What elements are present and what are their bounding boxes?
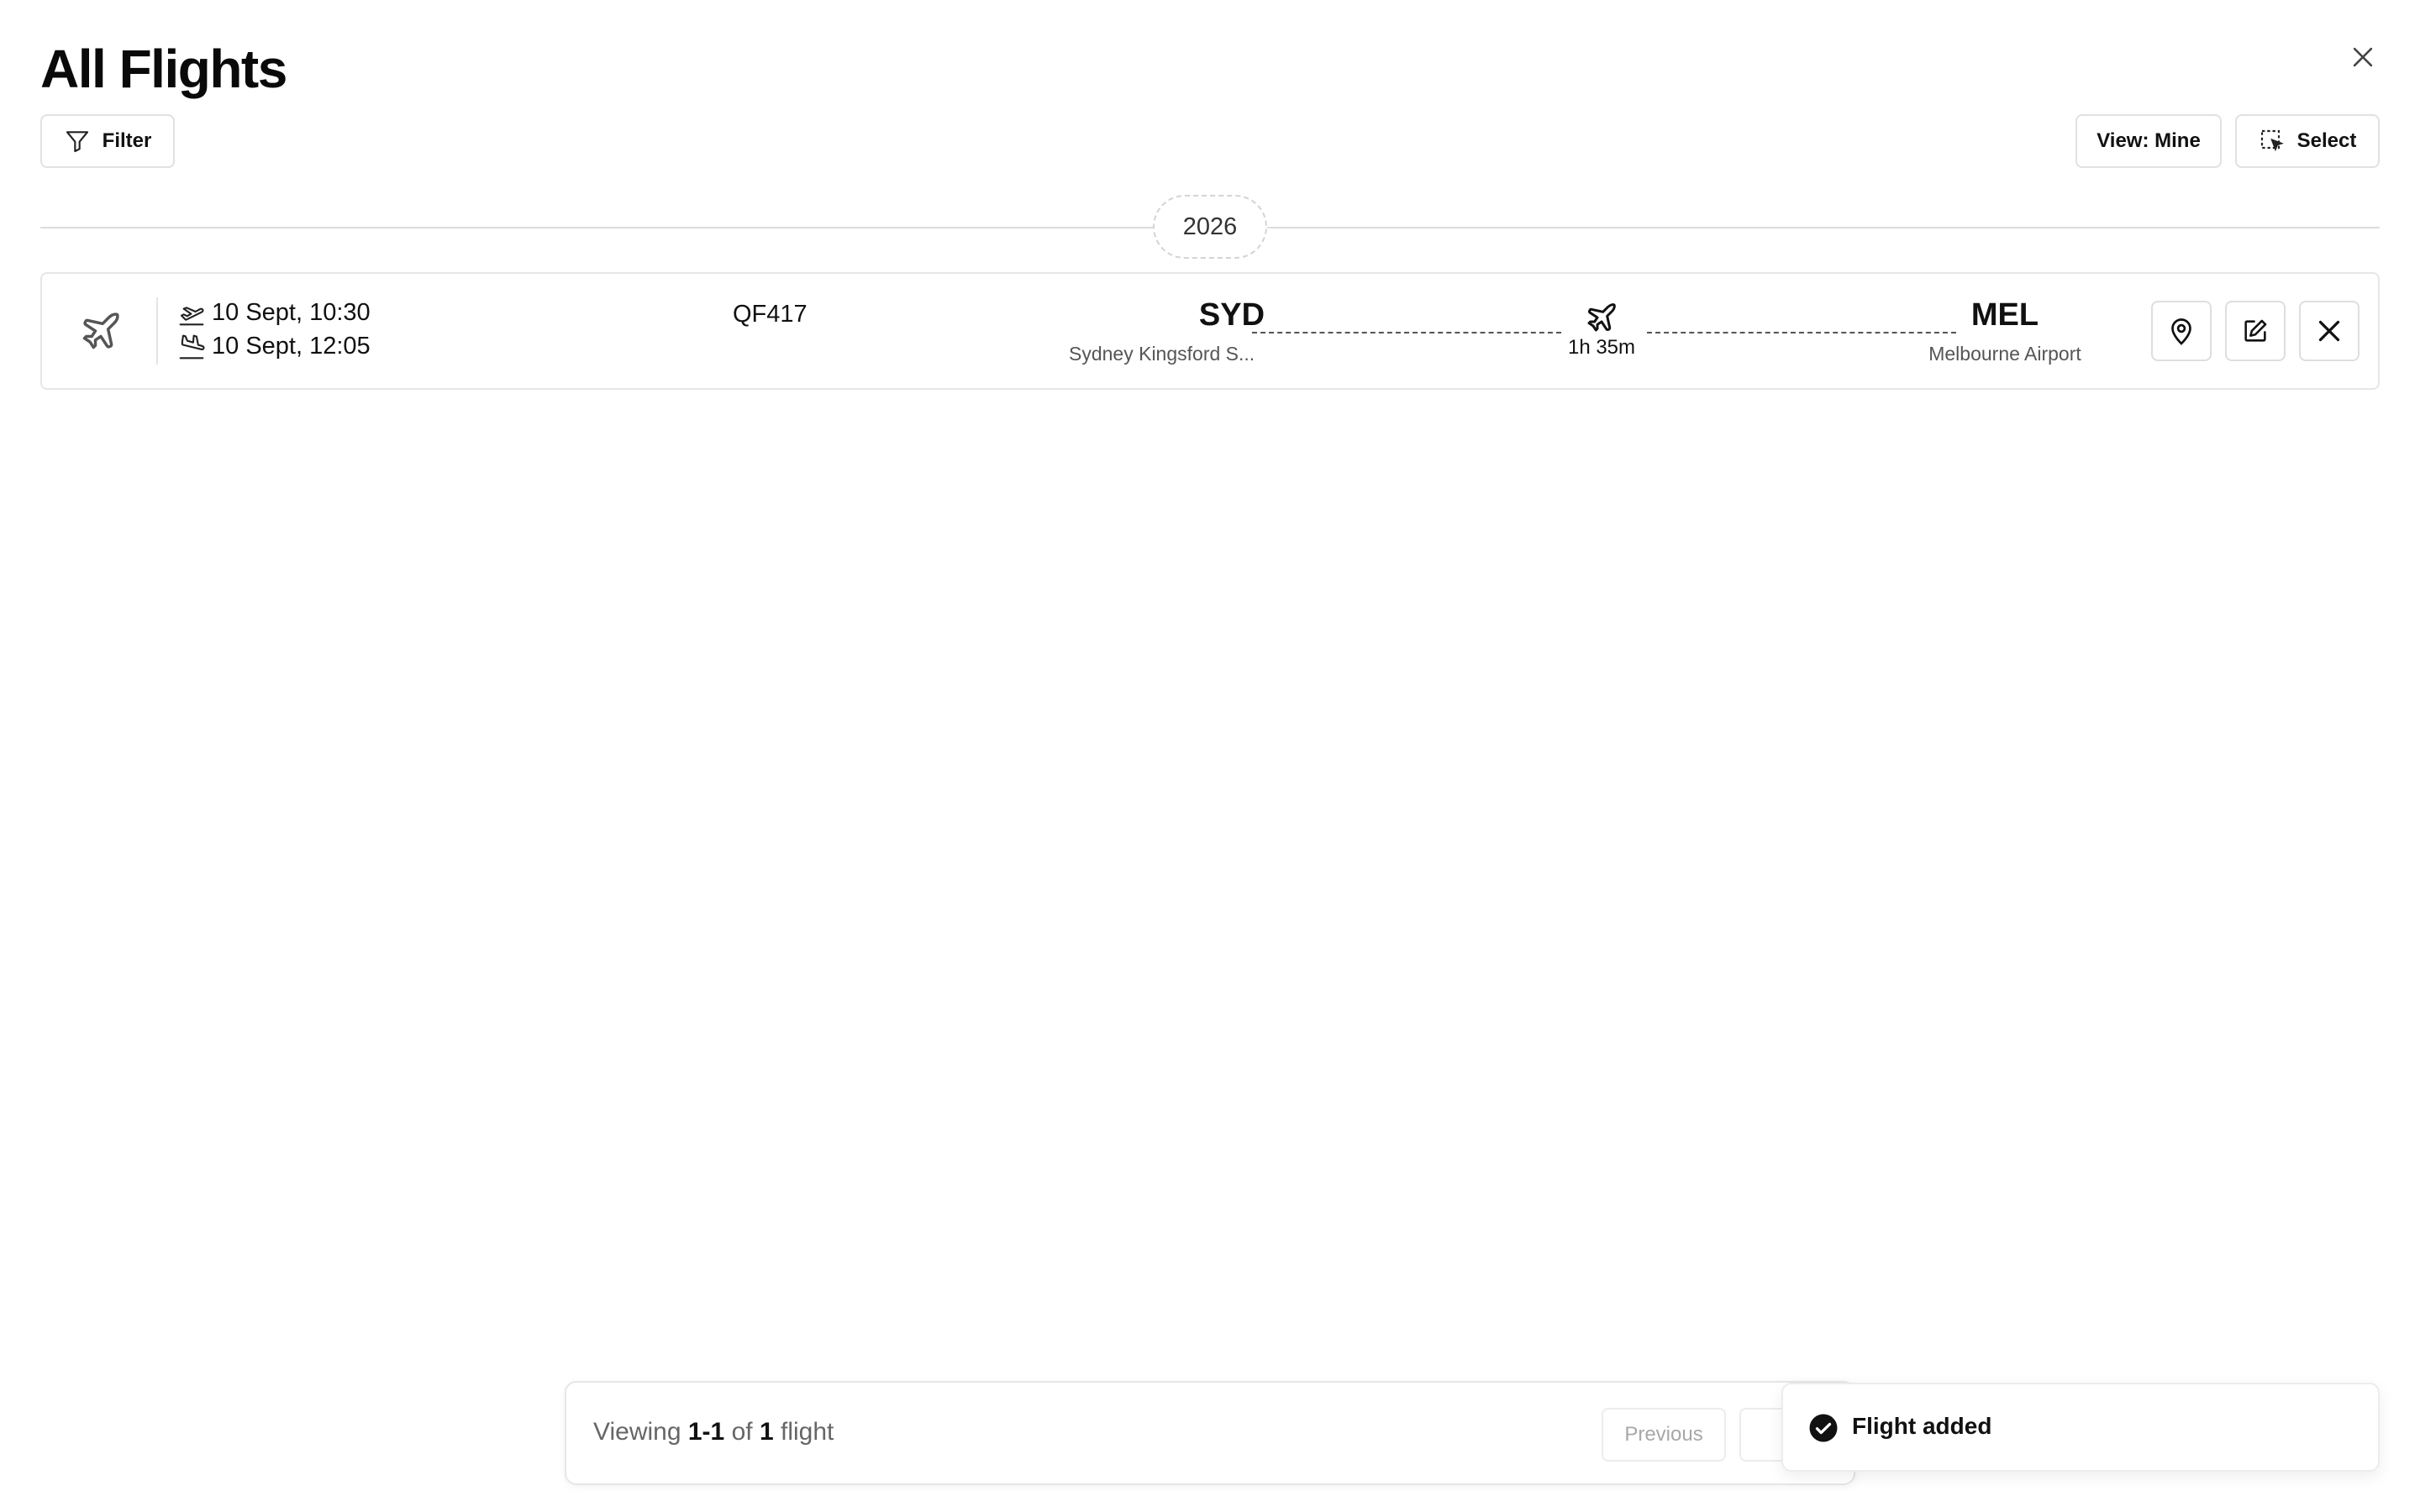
route-dashed-line-right bbox=[1647, 332, 1956, 333]
select-label: Select bbox=[2296, 129, 2357, 152]
toast-notification: Flight added bbox=[1781, 1383, 2380, 1472]
route-dashed-line-left bbox=[1252, 332, 1561, 333]
year-badge: 2026 bbox=[1153, 195, 1267, 259]
close-page-button[interactable] bbox=[2346, 40, 2380, 74]
view-on-map-button[interactable] bbox=[2151, 301, 2212, 361]
pagination-of: of bbox=[731, 1418, 753, 1446]
edit-flight-button[interactable] bbox=[2225, 301, 2286, 361]
view-label: View: Mine bbox=[2096, 129, 2201, 152]
close-icon bbox=[2353, 47, 2373, 67]
pagination-unit: flight bbox=[780, 1418, 834, 1446]
previous-page-button[interactable]: Previous bbox=[1602, 1408, 1726, 1462]
select-button[interactable]: Select bbox=[2235, 114, 2380, 168]
origin-airport-code: SYD bbox=[1198, 297, 1265, 333]
filter-button[interactable]: Filter bbox=[40, 114, 175, 168]
departure-time-row: 10 Sept, 10:30 bbox=[178, 299, 371, 327]
airplane-icon bbox=[82, 312, 119, 349]
flight-duration: 1h 35m bbox=[1567, 336, 1636, 359]
filter-icon bbox=[64, 128, 91, 155]
destination-airport-name: Melbourne Airport bbox=[1928, 343, 2081, 365]
all-flights-page: All Flights Filter View: Mine Select 202… bbox=[0, 0, 2420, 1512]
check-circle-icon bbox=[1809, 1414, 1838, 1442]
departure-time: 10 Sept, 10:30 bbox=[212, 299, 371, 326]
plane-landing-icon bbox=[178, 333, 205, 360]
arrival-time-row: 10 Sept, 12:05 bbox=[178, 333, 371, 360]
pagination-summary: Viewing 1-1 of 1 flight bbox=[593, 1418, 834, 1446]
flight-number: QF417 bbox=[733, 301, 808, 328]
close-icon bbox=[2318, 320, 2340, 342]
pagination-range: 1-1 bbox=[687, 1418, 725, 1446]
pagination-prefix: Viewing bbox=[593, 1418, 681, 1446]
card-divider bbox=[156, 297, 158, 365]
map-pin-icon bbox=[2171, 318, 2191, 345]
flight-card[interactable]: 10 Sept, 10:30 10 Sept, 12:05 QF417 SYD … bbox=[40, 272, 2380, 390]
pagination-total: 1 bbox=[759, 1418, 774, 1446]
airplane-icon bbox=[1587, 303, 1616, 332]
page-title: All Flights bbox=[40, 39, 287, 99]
select-cursor-icon bbox=[2259, 128, 2286, 155]
edit-icon bbox=[2244, 319, 2267, 342]
view-mine-button[interactable]: View: Mine bbox=[2075, 114, 2222, 168]
plane-takeoff-icon bbox=[178, 300, 205, 327]
destination-airport-code: MEL bbox=[1970, 297, 2039, 333]
toast-message: Flight added bbox=[1852, 1413, 1992, 1439]
remove-flight-button[interactable] bbox=[2299, 301, 2360, 361]
filter-label: Filter bbox=[102, 129, 152, 152]
arrival-time: 10 Sept, 12:05 bbox=[212, 333, 371, 360]
origin-airport-name: Sydney Kingsford S... bbox=[1069, 343, 1255, 365]
pagination-bar: Viewing 1-1 of 1 flight Previous Ne bbox=[565, 1381, 1855, 1485]
